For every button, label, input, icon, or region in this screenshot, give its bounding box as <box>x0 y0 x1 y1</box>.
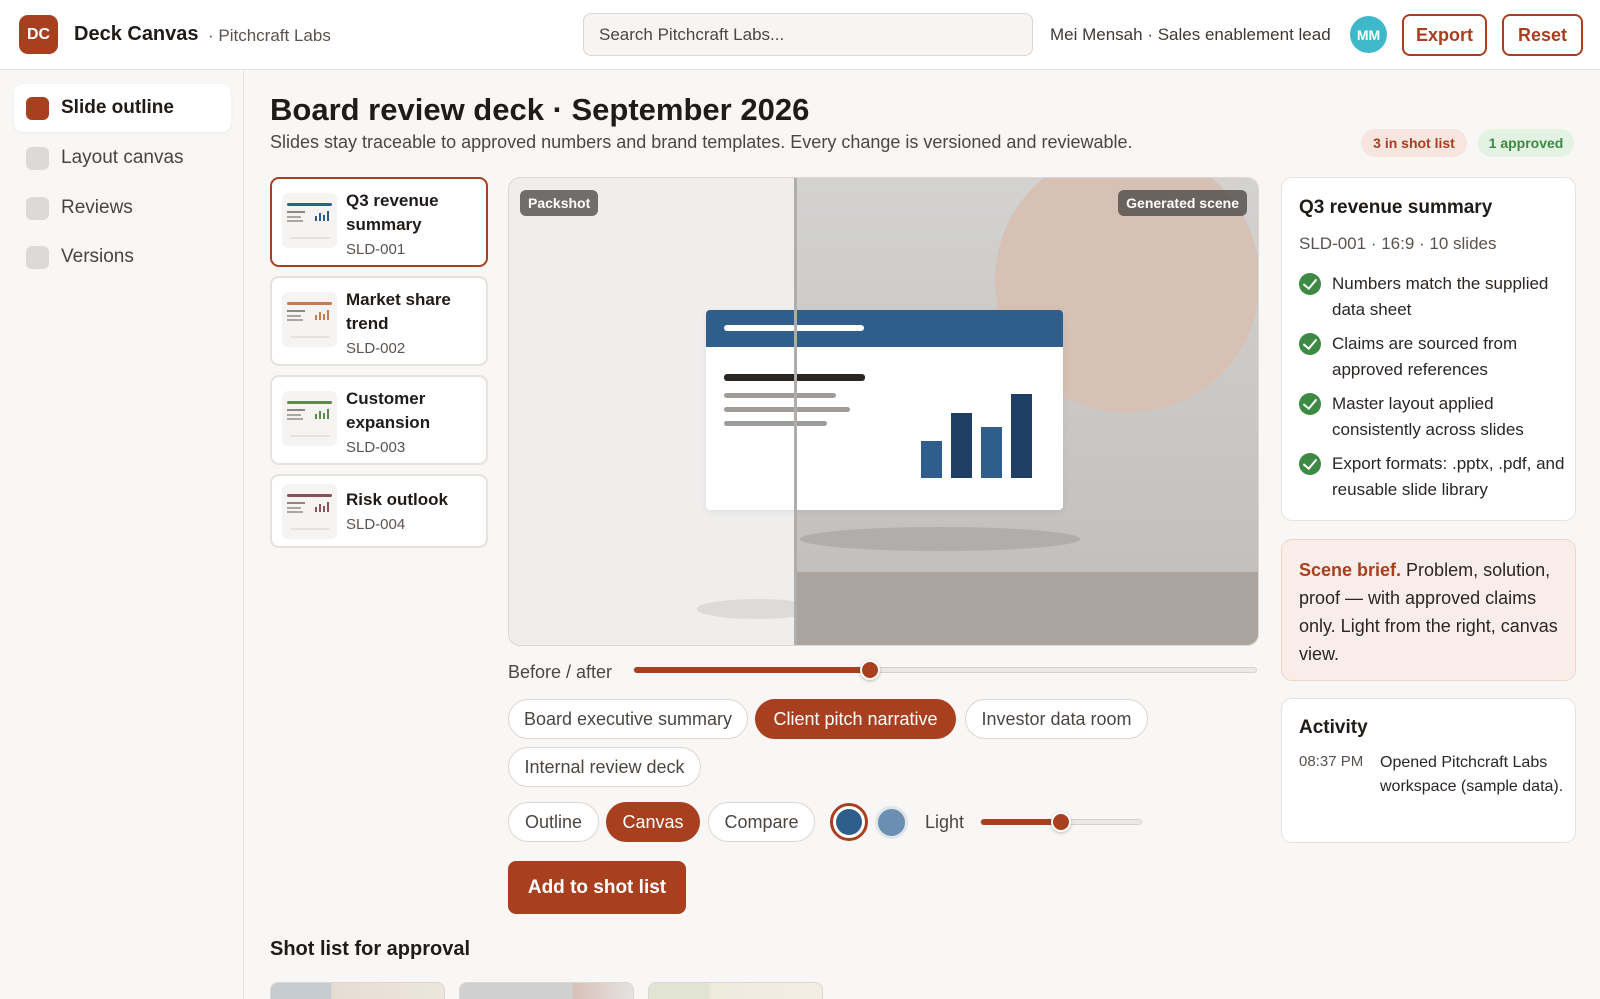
nav-square-icon <box>26 146 49 170</box>
top-bar: DC Deck Canvas · Pitchcraft Labs Mei Men… <box>0 0 1600 70</box>
export-button[interactable]: Export <box>1402 14 1487 56</box>
before-after-divider-handle[interactable] <box>794 178 797 645</box>
view-mode-canvas[interactable]: Canvas <box>606 802 700 842</box>
chip-investor-data-room[interactable]: Investor data room <box>965 699 1148 739</box>
slide-thumbnail-icon <box>282 484 337 539</box>
slide-card[interactable]: Customer expansion SLD-003 <box>270 375 488 465</box>
slide-thumbnail-icon <box>282 391 337 446</box>
workspace-name: · Pitchcraft Labs <box>208 26 331 45</box>
slide-card-id: SLD-004 <box>346 516 406 533</box>
sidebar-item-label: Slide outline <box>61 97 174 118</box>
scene-floor <box>795 572 1258 645</box>
slide-card[interactable]: Risk outlook SLD-004 <box>270 474 488 548</box>
slider-handle[interactable] <box>860 660 881 680</box>
slide-card[interactable]: Market share trend SLD-002 <box>270 276 488 366</box>
slider-fill <box>634 667 871 673</box>
app-title: Deck Canvas <box>74 23 199 45</box>
slide-card-title: Market share trend <box>346 290 451 333</box>
slide-details-meta: SLD-001 · 16:9 · 10 slides <box>1299 234 1497 253</box>
activity-time: 08:37 PM <box>1299 753 1364 770</box>
avatar[interactable]: MM <box>1350 16 1387 53</box>
slide-card-id: SLD-003 <box>346 439 406 456</box>
scene-shadow <box>800 527 1080 551</box>
blue-swatch[interactable] <box>830 803 868 841</box>
sidebar-item-label: Reviews <box>61 197 133 218</box>
slider-handle[interactable] <box>1051 812 1071 832</box>
activity-text: Opened Pitchcraft Labs workspace (sample… <box>1380 754 1564 795</box>
scene-brief-label: Scene brief. <box>1299 560 1402 580</box>
view-mode-outline[interactable]: Outline <box>508 802 599 842</box>
slide-preview-header <box>706 310 1063 347</box>
slide-card-title: Customer expansion <box>346 389 431 432</box>
shot-list-title: Shot list for approval <box>270 938 471 960</box>
sidebar-item-label: Layout canvas <box>61 147 184 168</box>
sidebar-item-slide-outline[interactable]: Slide outline <box>14 84 231 132</box>
sidebar-item-layout-canvas[interactable]: Layout canvas <box>14 134 231 182</box>
approved-count-badge: 1 approved <box>1478 129 1574 157</box>
slider-fill <box>981 819 1061 825</box>
slide-details-title: Q3 revenue summary <box>1299 197 1493 218</box>
slide-preview <box>706 310 1063 510</box>
activity-title: Activity <box>1299 717 1368 738</box>
before-after-slider[interactable] <box>633 660 1257 680</box>
scene-brief-panel: Scene brief. Problem, solution, proof — … <box>1281 539 1576 681</box>
check-icon <box>1299 393 1321 415</box>
slide-thumbnail-icon <box>282 193 337 248</box>
slide-card-title: Risk outlook <box>346 490 449 509</box>
nav-square-icon <box>26 196 49 220</box>
slide-card[interactable]: Q3 revenue summary SLD-001 <box>270 177 488 267</box>
check-icon <box>1299 453 1321 475</box>
app-logo: DC <box>19 15 58 54</box>
sidebar-item-reviews[interactable]: Reviews <box>14 184 231 232</box>
sidebar-item-label: Versions <box>61 246 134 267</box>
activity-panel: Activity 08:37 PM Opened Pitchcraft Labs… <box>1281 698 1576 843</box>
page-subtitle: Slides stay traceable to approved number… <box>270 132 1133 152</box>
shot-list-thumbnail[interactable] <box>270 982 445 999</box>
slide-card-id: SLD-001 <box>346 241 406 258</box>
chip-internal-review-deck[interactable]: Internal review deck <box>508 747 701 787</box>
before-after-canvas[interactable]: Packshot Generated scene <box>508 177 1259 646</box>
shot-list-thumbnail[interactable] <box>648 982 823 999</box>
light-label: Light <box>925 812 965 832</box>
generated-scene-tag: Generated scene <box>1118 190 1247 216</box>
reset-button[interactable]: Reset <box>1502 14 1583 56</box>
chip-board-executive-summary[interactable]: Board executive summary <box>508 699 748 739</box>
sidebar-item-versions[interactable]: Versions <box>14 233 231 281</box>
view-mode-compare[interactable]: Compare <box>708 802 815 842</box>
packshot-tag: Packshot <box>520 190 599 216</box>
check-icon <box>1299 333 1321 355</box>
add-to-shot-list-button[interactable]: Add to shot list <box>508 861 686 914</box>
sidebar: Slide outline Layout canvas Reviews Vers… <box>0 70 244 999</box>
page-title: Board review deck · September 2026 <box>270 92 810 127</box>
search-input[interactable] <box>583 13 1033 56</box>
slide-details-panel: Q3 revenue summary SLD-001 · 16:9 · 10 s… <box>1281 177 1576 521</box>
nav-square-icon <box>26 245 49 269</box>
before-after-label: Before / after <box>508 662 613 682</box>
check-icon <box>1299 273 1321 295</box>
user-name: Mei Mensah · Sales enablement lead <box>1050 25 1331 44</box>
nav-square-icon <box>26 96 49 120</box>
slide-thumbnail-icon <box>282 292 337 347</box>
slide-card-id: SLD-002 <box>346 340 406 357</box>
light-blue-swatch[interactable] <box>875 806 908 839</box>
light-slider[interactable] <box>980 812 1142 832</box>
slide-card-title: Q3 revenue summary <box>346 191 439 234</box>
shot-list-count-badge: 3 in shot list <box>1361 129 1467 157</box>
chip-client-pitch-narrative[interactable]: Client pitch narrative <box>755 699 956 739</box>
shot-list-thumbnail[interactable] <box>459 982 634 999</box>
